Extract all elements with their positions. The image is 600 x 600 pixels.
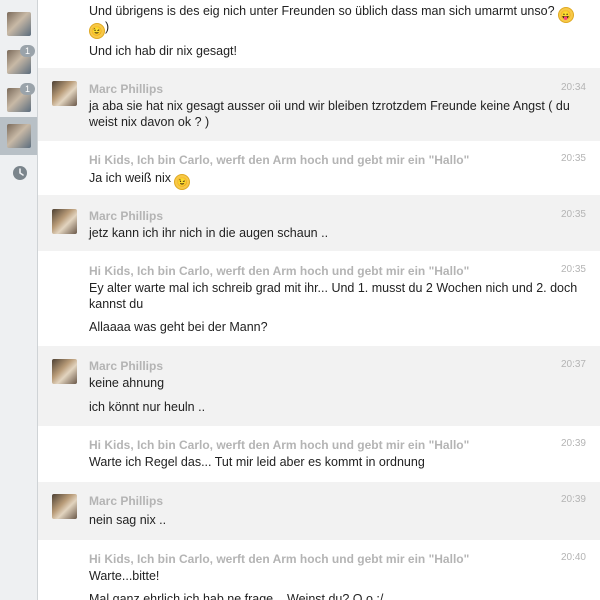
clock-icon[interactable]	[12, 165, 28, 181]
message-group: Marc Phillips 20:34 ja aba sie hat nix g…	[38, 68, 600, 141]
message-line: Ey alter warte mal ich schreib grad mit …	[89, 281, 578, 311]
sender-name[interactable]: Marc Phillips	[89, 494, 163, 508]
message-group: Marc Phillips 20:39 nein sag nix ..	[38, 482, 600, 540]
timestamp: 20:35	[560, 209, 586, 220]
message-line: Ja ich weiß nix 😉	[89, 170, 584, 190]
avatar[interactable]	[52, 209, 77, 234]
message-line: Allaaaa was geht bei der Mann?	[89, 320, 268, 334]
message-line: Warte ich Regel das... Tut mir leid aber…	[89, 455, 425, 469]
conversation-avatar-1[interactable]	[7, 12, 31, 36]
avatar[interactable]	[52, 359, 77, 384]
message-group: Und übrigens is des eig nich unter Freun…	[38, 0, 600, 68]
sender-name[interactable]: Hi Kids, Ich bin Carlo, werft den Arm ho…	[89, 264, 469, 278]
avatar[interactable]	[52, 81, 77, 106]
sender-name[interactable]: Hi Kids, Ich bin Carlo, werft den Arm ho…	[89, 438, 469, 452]
message-line: keine ahnung	[89, 376, 165, 390]
message-line: Mal ganz ehrlich ich hab ne frage... Wei…	[89, 592, 384, 600]
timestamp: 20:40	[560, 552, 586, 563]
unread-badge: 1	[20, 45, 35, 57]
wink-emoji-icon: 😉	[89, 23, 105, 39]
message-feed[interactable]: Und übrigens is des eig nich unter Freun…	[38, 0, 600, 600]
avatar[interactable]	[52, 494, 77, 519]
conversation-avatar-active[interactable]	[7, 124, 31, 148]
sender-name[interactable]: Hi Kids, Ich bin Carlo, werft den Arm ho…	[89, 153, 469, 167]
timestamp: 20:35	[560, 264, 586, 275]
sender-name[interactable]: Marc Phillips	[89, 209, 163, 223]
timestamp: 20:39	[560, 494, 586, 505]
message-line: 😉)	[89, 19, 584, 39]
wink-emoji-icon: 😉	[174, 174, 191, 190]
message-line: ja aba sie hat nix gesagt ausser oii und…	[89, 99, 570, 129]
unread-badge: 1	[20, 83, 35, 95]
sender-name[interactable]: Marc Phillips	[89, 82, 163, 96]
message-group: Hi Kids, Ich bin Carlo, werft den Arm ho…	[38, 540, 600, 600]
sender-name[interactable]: Hi Kids, Ich bin Carlo, werft den Arm ho…	[89, 552, 469, 566]
timestamp: 20:35	[560, 153, 586, 164]
message-group: Hi Kids, Ich bin Carlo, werft den Arm ho…	[38, 141, 600, 195]
timestamp: 20:34	[560, 82, 586, 93]
message-group: Marc Phillips 20:35 jetz kann ich ihr ni…	[38, 195, 600, 251]
message-line: ich könnt nur heuln ..	[89, 400, 206, 414]
message-group: Marc Phillips 20:37 keine ahnung ich kön…	[38, 346, 600, 426]
timestamp: 20:37	[560, 359, 586, 370]
message-line: jetz kann ich ihr nich in die augen scha…	[89, 226, 329, 240]
timestamp: 20:39	[560, 438, 586, 449]
message-line: Und ich hab dir nix gesagt!	[89, 44, 238, 58]
message-group: Hi Kids, Ich bin Carlo, werft den Arm ho…	[38, 426, 600, 482]
sender-name[interactable]: Marc Phillips	[89, 359, 163, 373]
message-line: nein sag nix ..	[89, 513, 167, 527]
message-group: Hi Kids, Ich bin Carlo, werft den Arm ho…	[38, 251, 600, 346]
conversation-sidebar: 1 1	[0, 0, 38, 600]
message-line: Warte...bitte!	[89, 569, 160, 583]
